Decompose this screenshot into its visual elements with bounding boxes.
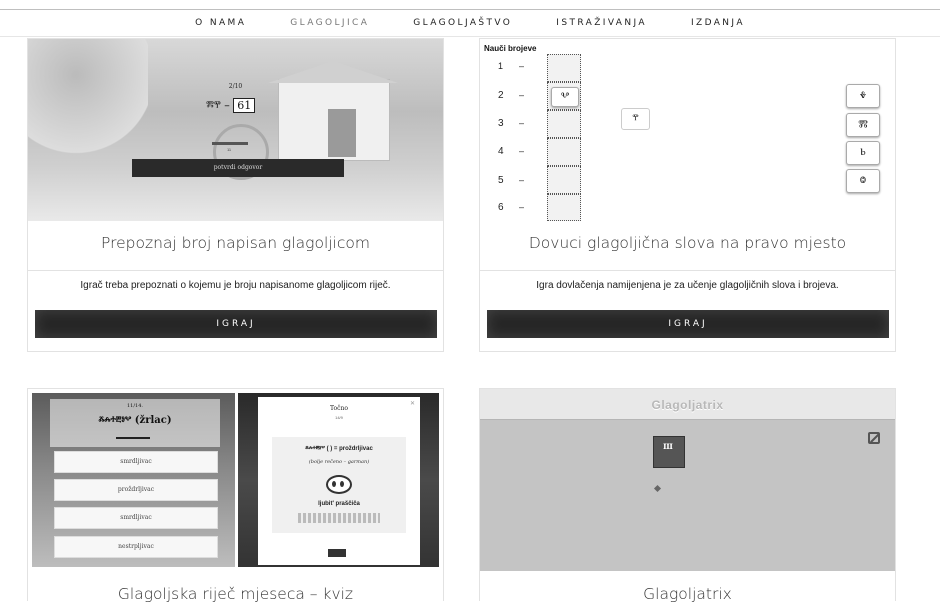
number-label: 6 (498, 202, 504, 213)
game-card-word-of-month-quiz: 11/14. ⰶⰾⰰⰱⱁⰲ (žrlac) smrdljivac proždrl… (27, 388, 444, 603)
mute-icon[interactable] (868, 432, 880, 444)
main-navigation: O NAMA GLAGOLJICA GLAGOLJAŠTVO ISTRAŽIVA… (0, 10, 940, 37)
answer-option[interactable]: proždrljivac (54, 479, 218, 501)
dash-label: – (519, 175, 525, 185)
nav-item-istrazivanja[interactable]: ISTRAŽIVANJA (556, 18, 647, 28)
number-label: 1 (498, 61, 504, 71)
dash-label: – (519, 90, 525, 100)
game-description: Igrač treba prepoznati o kojemu je broju… (80, 280, 391, 291)
dash-label: – (519, 202, 525, 212)
quiz-counter: 2/10 (228, 83, 243, 90)
draggable-letter-tile[interactable]: ⰹ (621, 108, 650, 130)
quiz-question: ⰿⰹ – 61 (206, 98, 256, 113)
answer-option[interactable]: smrdljivac (54, 507, 218, 529)
dash-label: – (519, 61, 525, 71)
placed-letter-tile[interactable]: Ⰲ (551, 87, 579, 107)
dash-label: – (519, 118, 525, 128)
popup-phrase: ljubit' praščiča (318, 501, 360, 507)
game-logo-text: Glagoljatrix (651, 398, 724, 412)
drop-slot[interactable] (547, 194, 581, 221)
small-dot (653, 484, 662, 493)
popup-ok-button[interactable] (328, 549, 346, 557)
game-thumbnail[interactable]: 11/14. ⰶⰾⰰⰱⱁⰲ (žrlac) smrdljivac proždrl… (28, 389, 443, 571)
number-label: 2 (498, 90, 504, 101)
hint-text: 11 (227, 147, 232, 152)
play-button[interactable]: IGRAJ (487, 310, 889, 338)
game-title[interactable]: Dovuci glagoljična slova na pravo mjesto (480, 234, 895, 252)
game-thumbnail[interactable]: Nauči brojeve 1 2 3 4 5 6 – – – – – – Ⰲ … (480, 39, 895, 221)
popup-note: (bolje rečeno – garman) (308, 459, 370, 465)
quiz-counter: 11/14. (127, 403, 143, 409)
drop-slot[interactable] (547, 166, 581, 194)
game-title[interactable]: Glagoljatrix (480, 585, 895, 603)
nav-item-izdanja[interactable]: IZDANJA (691, 18, 745, 28)
answer-underline (212, 142, 248, 145)
game-card-number-recognition: 2/10 ⰿⰹ – 61 11 potvrdi odgovor Prepozna… (27, 38, 444, 352)
dash-text: – (224, 99, 234, 112)
nav-item-o-nama[interactable]: O NAMA (195, 18, 246, 28)
number-label: 4 (498, 146, 504, 157)
house-door (328, 109, 356, 157)
quiz-word: ⰶⰾⰰⰱⱁⰲ (žrlac) (98, 415, 172, 426)
drop-slot[interactable] (547, 54, 581, 82)
game-card-glagoljatrix: Glagoljatrix Ⱎ Glagoljatrix (479, 388, 896, 603)
divider (480, 270, 895, 271)
game-card-drag-letters: Nauči brojeve 1 2 3 4 5 6 – – – – – – Ⰲ … (479, 38, 896, 352)
confirm-answer-button[interactable]: potvrdi odgovor (132, 159, 344, 177)
mute-icon-slash (870, 433, 880, 443)
game-title[interactable]: Glagoljska riječ mjeseca – kviz (28, 585, 443, 603)
result-popup: ✕ Točno 14/9 ⰶⰾⰰⰱⱁⰲ ( ) = proždrljivac (… (258, 397, 420, 565)
letter-tile[interactable]: Ⱉ (846, 169, 880, 193)
game-title[interactable]: Prepoznaj broj napisan glagoljicom (28, 234, 443, 252)
number-label: 3 (498, 118, 504, 129)
tree-shape (28, 39, 148, 159)
popup-definition: ⰶⰾⰰⰱⱁⰲ ( ) = proždrljivac (305, 446, 373, 452)
house-roof (268, 61, 398, 83)
divider (28, 270, 443, 271)
letter-tile[interactable]: Ⰷ (846, 84, 880, 108)
glagolitic-number: ⰿⰹ (206, 99, 221, 112)
popup-subtitle: 14/9 (335, 415, 343, 420)
game-thumbnail[interactable]: Glagoljatrix Ⱎ (480, 389, 895, 571)
nav-item-glagoljica[interactable]: GLAGOLJICA (290, 18, 369, 28)
answer-option[interactable]: nestrpljivac (54, 536, 218, 558)
popup-image-strip (298, 513, 380, 523)
nav-item-glagoljastvo[interactable]: GLAGOLJAŠTVO (413, 18, 512, 28)
popup-title: Točno (330, 405, 348, 412)
letter-tile[interactable]: Ⱃ (846, 141, 880, 165)
dash-label: – (519, 146, 525, 156)
game-thumbnail[interactable]: 2/10 ⰿⰹ – 61 11 potvrdi odgovor (28, 39, 443, 221)
pig-nose-icon (326, 475, 352, 494)
game-heading: Nauči brojeve (484, 44, 537, 53)
letter-tile[interactable]: Ⰿ (846, 113, 880, 137)
game-description: Igra dovlačenja namijenjena je za učenje… (536, 280, 839, 291)
nostril (332, 481, 336, 487)
play-button[interactable]: IGRAJ (35, 310, 437, 338)
drop-slot[interactable] (547, 110, 581, 138)
number-label: 5 (498, 175, 504, 186)
word-underline (116, 437, 150, 439)
answer-box[interactable]: 61 (233, 98, 256, 113)
nostril (340, 481, 344, 487)
answer-option[interactable]: smrdljivac (54, 451, 218, 473)
falling-piece-glyph: Ⱎ (662, 441, 674, 457)
drop-slot[interactable] (547, 138, 581, 166)
